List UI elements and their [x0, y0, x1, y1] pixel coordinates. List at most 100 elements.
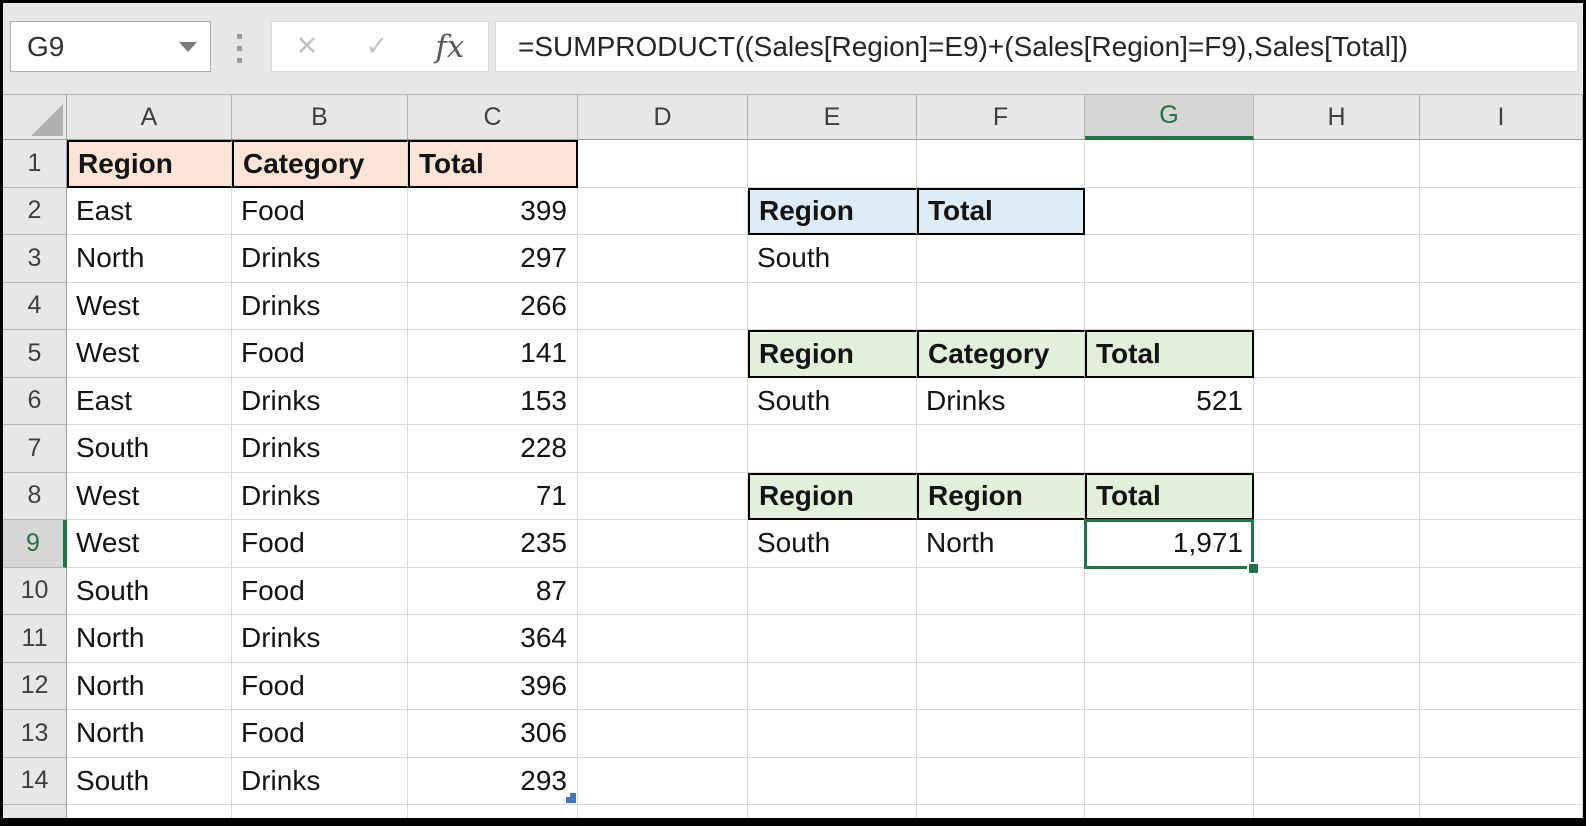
- cell-D6[interactable]: [578, 377, 748, 425]
- row-header-1[interactable]: 1: [3, 140, 67, 188]
- cell-F7[interactable]: [917, 425, 1085, 473]
- cell-H1[interactable]: [1254, 140, 1420, 188]
- cell-partial-I[interactable]: [1420, 805, 1583, 818]
- cell-I6[interactable]: [1420, 377, 1583, 425]
- cell-H10[interactable]: [1254, 567, 1420, 615]
- cell-E14[interactable]: [748, 757, 917, 805]
- cell-D14[interactable]: [578, 757, 748, 805]
- cell-C8[interactable]: 71: [408, 472, 578, 520]
- cell-F10[interactable]: [917, 567, 1085, 615]
- cell-I2[interactable]: [1420, 187, 1583, 235]
- row-header-5[interactable]: 5: [3, 330, 67, 378]
- cell-C4[interactable]: 266: [408, 282, 578, 330]
- cell-F8[interactable]: Region: [917, 472, 1085, 520]
- cell-E7[interactable]: [748, 425, 917, 473]
- cell-C9[interactable]: 235: [408, 520, 578, 568]
- cell-H2[interactable]: [1254, 187, 1420, 235]
- row-header-4[interactable]: 4: [3, 282, 67, 330]
- cell-I7[interactable]: [1420, 425, 1583, 473]
- cell-A13[interactable]: North: [67, 710, 232, 758]
- cell-E4[interactable]: [748, 282, 917, 330]
- cell-H7[interactable]: [1254, 425, 1420, 473]
- cell-G5[interactable]: Total: [1085, 330, 1254, 378]
- cancel-icon[interactable]: ✕: [296, 31, 319, 62]
- row-header-12[interactable]: 12: [3, 662, 67, 710]
- cell-B4[interactable]: Drinks: [232, 282, 408, 330]
- column-header-I[interactable]: I: [1420, 94, 1583, 140]
- column-header-G[interactable]: G: [1085, 94, 1254, 140]
- row-header-partial[interactable]: [3, 805, 67, 818]
- cell-B8[interactable]: Drinks: [232, 472, 408, 520]
- cell-A14[interactable]: South: [67, 757, 232, 805]
- cell-partial-F[interactable]: [917, 805, 1085, 818]
- cell-C11[interactable]: 364: [408, 615, 578, 663]
- cell-D12[interactable]: [578, 662, 748, 710]
- column-header-C[interactable]: C: [408, 94, 578, 140]
- cell-H11[interactable]: [1254, 615, 1420, 663]
- column-header-F[interactable]: F: [917, 94, 1085, 140]
- cell-C14[interactable]: 293: [408, 757, 578, 805]
- cell-A2[interactable]: East: [67, 187, 232, 235]
- cell-A7[interactable]: South: [67, 425, 232, 473]
- cell-I1[interactable]: [1420, 140, 1583, 188]
- cell-partial-B[interactable]: [232, 805, 408, 818]
- cell-B10[interactable]: Food: [232, 567, 408, 615]
- select-all-corner[interactable]: [3, 94, 67, 140]
- cell-E2[interactable]: Region: [748, 187, 917, 235]
- cell-I11[interactable]: [1420, 615, 1583, 663]
- cell-F6[interactable]: Drinks: [917, 377, 1085, 425]
- cell-D13[interactable]: [578, 710, 748, 758]
- cell-G4[interactable]: [1085, 282, 1254, 330]
- cell-A1[interactable]: Region: [67, 140, 232, 188]
- cell-B11[interactable]: Drinks: [232, 615, 408, 663]
- fill-handle[interactable]: [1247, 561, 1260, 575]
- cell-B14[interactable]: Drinks: [232, 757, 408, 805]
- cell-G11[interactable]: [1085, 615, 1254, 663]
- cell-A12[interactable]: North: [67, 662, 232, 710]
- cell-E1[interactable]: [748, 140, 917, 188]
- name-box-dropdown-icon[interactable]: [179, 41, 197, 52]
- cell-H8[interactable]: [1254, 472, 1420, 520]
- cell-B6[interactable]: Drinks: [232, 377, 408, 425]
- cell-D10[interactable]: [578, 567, 748, 615]
- column-header-H[interactable]: H: [1254, 94, 1420, 140]
- cell-C2[interactable]: 399: [408, 187, 578, 235]
- cell-D2[interactable]: [578, 187, 748, 235]
- cell-B1[interactable]: Category: [232, 140, 408, 188]
- cell-partial-C[interactable]: [408, 805, 578, 818]
- cell-E6[interactable]: South: [748, 377, 917, 425]
- cell-E9[interactable]: South: [748, 520, 917, 568]
- cell-C13[interactable]: 306: [408, 710, 578, 758]
- cell-B2[interactable]: Food: [232, 187, 408, 235]
- cell-I10[interactable]: [1420, 567, 1583, 615]
- insert-function-icon[interactable]: fx: [435, 29, 464, 65]
- cell-B12[interactable]: Food: [232, 662, 408, 710]
- cell-G13[interactable]: [1085, 710, 1254, 758]
- cell-G7[interactable]: [1085, 425, 1254, 473]
- row-header-9[interactable]: 9: [3, 520, 67, 568]
- cell-partial-D[interactable]: [578, 805, 748, 818]
- cell-partial-A[interactable]: [67, 805, 232, 818]
- cell-D5[interactable]: [578, 330, 748, 378]
- cell-F2[interactable]: Total: [917, 187, 1085, 235]
- cell-A5[interactable]: West: [67, 330, 232, 378]
- cell-F12[interactable]: [917, 662, 1085, 710]
- column-header-D[interactable]: D: [578, 94, 748, 140]
- cell-H6[interactable]: [1254, 377, 1420, 425]
- cell-E8[interactable]: Region: [748, 472, 917, 520]
- cell-B5[interactable]: Food: [232, 330, 408, 378]
- cell-C12[interactable]: 396: [408, 662, 578, 710]
- cell-partial-G[interactable]: [1085, 805, 1254, 818]
- cell-I14[interactable]: [1420, 757, 1583, 805]
- cell-I3[interactable]: [1420, 235, 1583, 283]
- enter-icon[interactable]: ✓: [366, 31, 389, 62]
- row-header-8[interactable]: 8: [3, 472, 67, 520]
- cell-F5[interactable]: Category: [917, 330, 1085, 378]
- cell-C7[interactable]: 228: [408, 425, 578, 473]
- column-header-A[interactable]: A: [67, 94, 232, 140]
- cell-A4[interactable]: West: [67, 282, 232, 330]
- cell-I4[interactable]: [1420, 282, 1583, 330]
- cell-E11[interactable]: [748, 615, 917, 663]
- formula-bar[interactable]: =SUMPRODUCT((Sales[Region]=E9)+(Sales[Re…: [495, 21, 1578, 72]
- cell-G2[interactable]: [1085, 187, 1254, 235]
